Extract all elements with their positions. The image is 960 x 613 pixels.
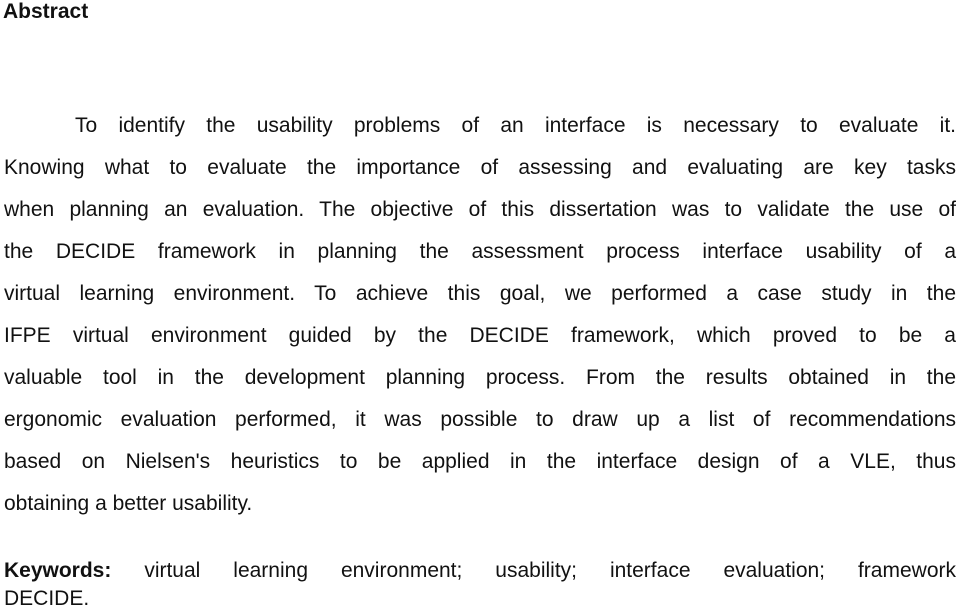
abstract-line: virtual learning environment. To achieve… bbox=[4, 282, 956, 305]
keywords-label: Keywords: bbox=[4, 559, 112, 582]
abstract-line: obtaining a better usability. bbox=[4, 492, 253, 515]
abstract-line: valuable tool in the development plannin… bbox=[4, 366, 956, 389]
abstract-line: To identify the usability problems of an… bbox=[75, 114, 956, 137]
abstract-body: To identify the usability problems of an… bbox=[4, 108, 956, 528]
abstract-line: ergonomic evaluation performed, it was p… bbox=[4, 408, 956, 431]
abstract-line: based on Nielsen's heuristics to be appl… bbox=[4, 450, 956, 473]
keywords-line-2: DECIDE. bbox=[4, 587, 90, 610]
abstract-line: when planning an evaluation. The objecti… bbox=[4, 198, 956, 221]
keywords-text: virtual learning environment; usability;… bbox=[144, 559, 956, 582]
keywords-line-1: Keywords: virtual learning environment; … bbox=[4, 557, 956, 585]
abstract-line: the DECIDE framework in planning the ass… bbox=[4, 240, 956, 263]
abstract-line: IFPE virtual environment guided by the D… bbox=[4, 324, 956, 347]
keywords-section: Keywords: virtual learning environment; … bbox=[4, 557, 956, 613]
abstract-line: Knowing what to evaluate the importance … bbox=[4, 156, 956, 179]
abstract-heading: Abstract bbox=[3, 0, 89, 23]
